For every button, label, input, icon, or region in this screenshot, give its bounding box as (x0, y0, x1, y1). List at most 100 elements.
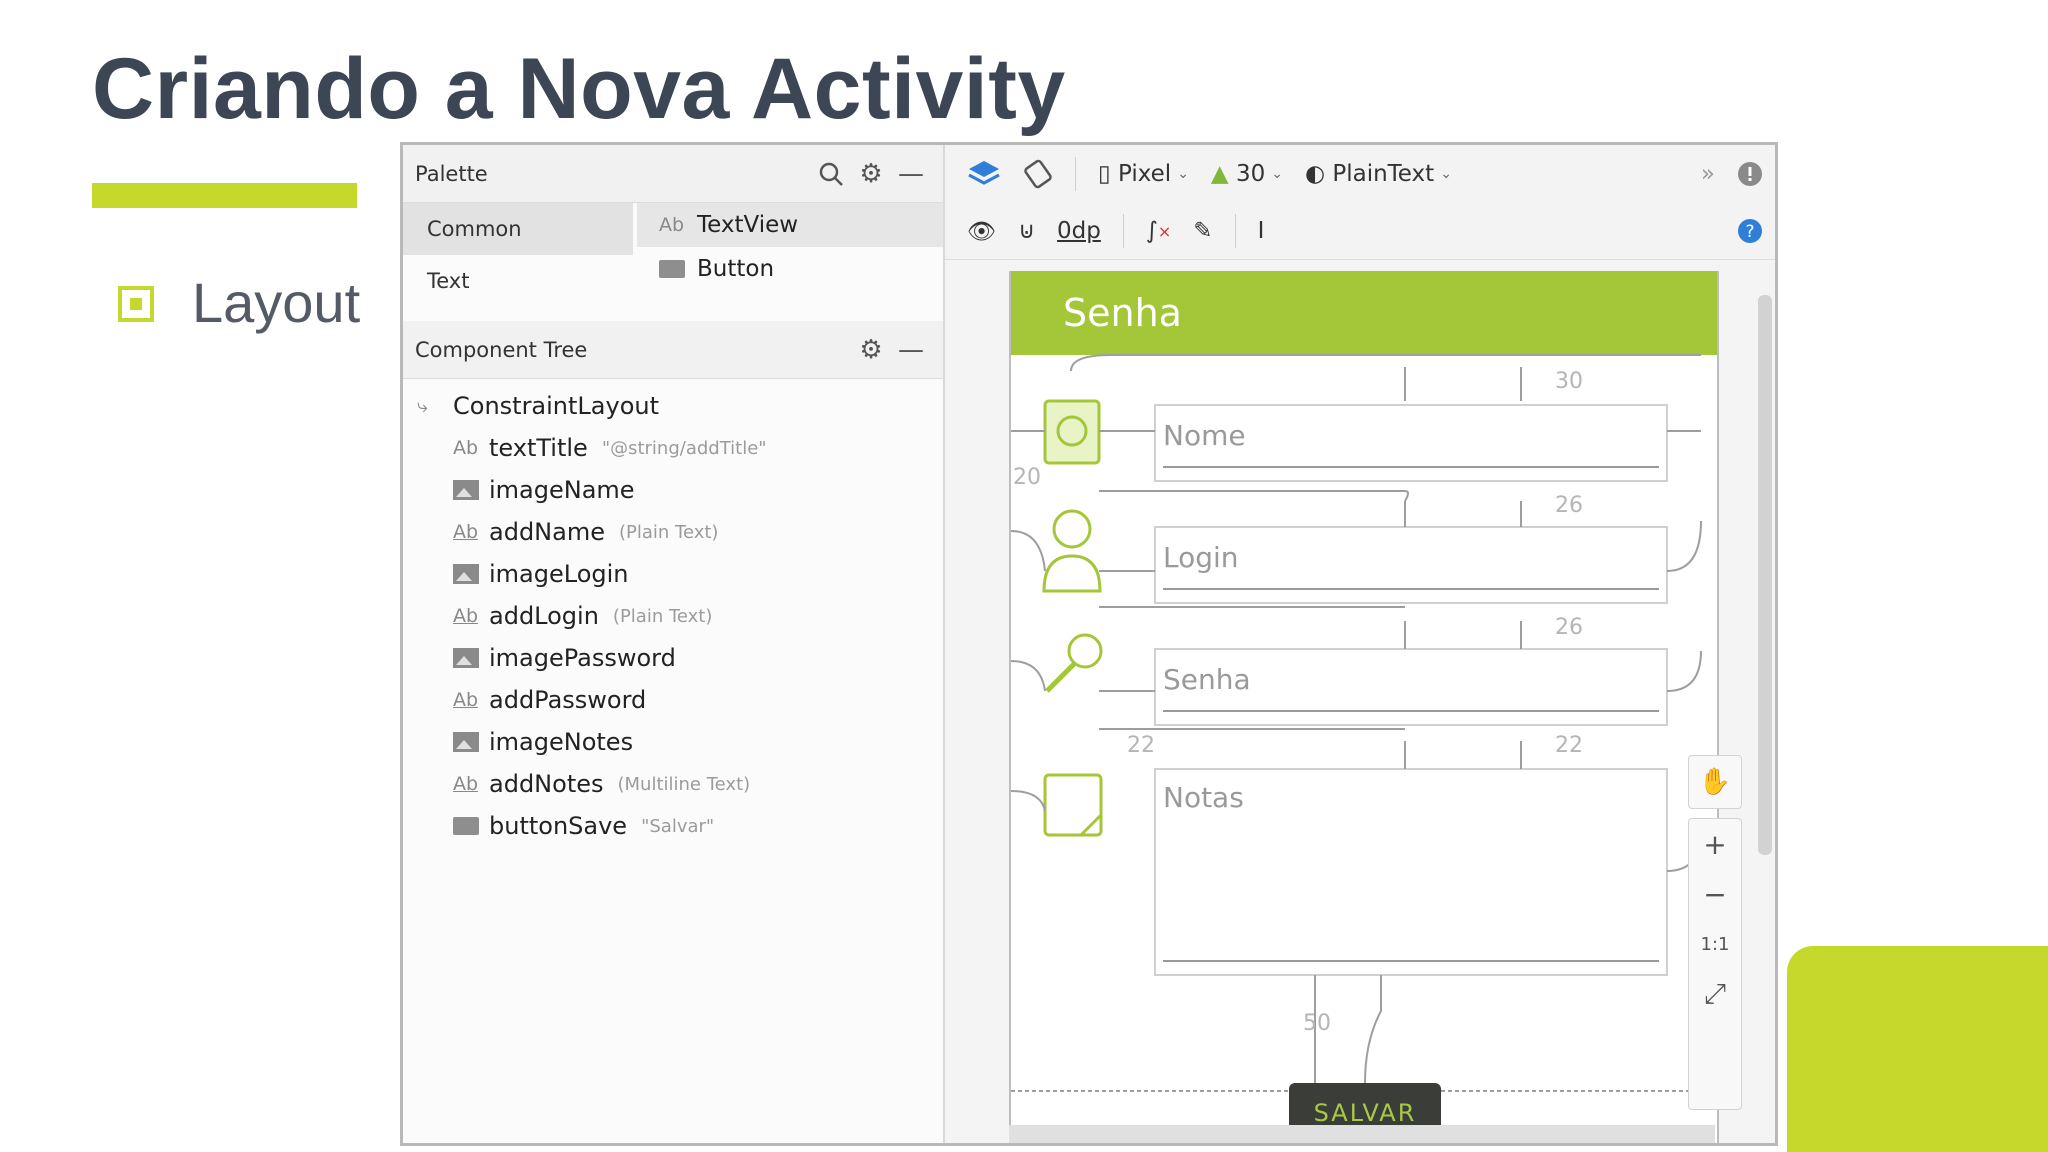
edittext-icon: Ab (453, 605, 479, 627)
palette-item-button[interactable]: Button (637, 247, 943, 291)
nome-field-hint[interactable]: Nome (1163, 419, 1246, 452)
tree-node-label: buttonSave (489, 812, 628, 840)
tree-node-attr: "@string/addTitle" (601, 437, 767, 459)
phone-preview: Senha Nome Login Senha Notas 30 20 26 26… (1009, 271, 1719, 1143)
tree-node-label: addName (489, 518, 605, 546)
tree-node-label: textTitle (489, 434, 588, 462)
palette-header: Palette ⚙ — (403, 145, 943, 203)
notas-field-hint[interactable]: Notas (1163, 781, 1244, 814)
component-tree: ⤷ ConstraintLayout Ab textTitle "@string/a… (403, 385, 903, 847)
layers-icon[interactable] (967, 159, 1001, 189)
help-icon[interactable]: ? (1737, 218, 1763, 244)
palette-item-textview[interactable]: Ab TextView (637, 203, 943, 247)
tree-node-label: addLogin (489, 602, 599, 630)
editor-toolbar-bottom: 👁 ⊍ 0dp ∫ × ✎ Ⅰ ? (945, 203, 1775, 260)
margin-label: 26 (1555, 615, 1583, 640)
palette-item-label: TextView (697, 212, 799, 238)
palette-title: Palette (415, 161, 488, 186)
guidelines-icon[interactable]: Ⅰ (1258, 218, 1265, 244)
warning-icon[interactable] (1737, 161, 1763, 187)
left-panel: Palette ⚙ — Common Text Ab TextView Butt… (403, 145, 945, 1143)
component-tree-header: Component Tree ⚙ — (403, 321, 943, 379)
tree-node-attr: (Plain Text) (618, 521, 719, 543)
zoom-out-icon[interactable]: − (1689, 869, 1741, 919)
palette-item-label: Button (697, 256, 775, 282)
palette-items: Ab TextView Button (637, 203, 943, 315)
eye-icon[interactable]: 👁 (967, 218, 996, 245)
theme-icon: ◐ (1304, 161, 1326, 187)
tree-node-label: imageNotes (489, 728, 634, 756)
zoom-to-fit-icon[interactable]: ⤢ (1689, 969, 1741, 1019)
tree-node-label: imageLogin (489, 560, 629, 588)
image-icon (453, 480, 481, 500)
palette-categories: Common Text (403, 203, 633, 315)
tree-node[interactable]: Ab addLogin (Plain Text) (403, 595, 903, 637)
tree-root[interactable]: ⤷ ConstraintLayout (403, 385, 903, 427)
margin-label: 30 (1555, 369, 1583, 394)
button-icon (453, 817, 481, 835)
margin-label: 20 (1013, 465, 1041, 490)
chevron-down-icon: ⌄ (1271, 166, 1283, 182)
tree-node[interactable]: imageNotes (403, 721, 903, 763)
android-studio-screenshot: Palette ⚙ — Common Text Ab TextView Butt… (400, 142, 1778, 1146)
design-editor: ▯ Pixel ⌄ ▲ 30 ⌄ ◐ PlainText ⌄ » 👁 ⊍ 0dp ∫ ×… (945, 145, 1775, 1143)
overflow-icon[interactable]: » (1701, 161, 1715, 187)
image-icon (453, 732, 481, 752)
tree-node[interactable]: Ab addPassword (403, 679, 903, 721)
zoom-controls: + − 1:1 ⤢ (1688, 818, 1742, 1110)
phone-icon: ▯ (1098, 161, 1111, 187)
tree-node-label: imageName (489, 476, 635, 504)
constraint-layout-icon: ⤷ (417, 395, 428, 417)
tree-node-label: imagePassword (489, 644, 676, 672)
tree-node-attr: (Multiline Text) (617, 773, 751, 795)
tree-node-label: addPassword (489, 686, 647, 714)
default-margin-selector[interactable]: 0dp (1057, 218, 1101, 244)
tree-node[interactable]: imageName (403, 469, 903, 511)
search-icon[interactable] (811, 161, 851, 187)
device-selector[interactable]: ▯ Pixel ⌄ (1098, 161, 1189, 187)
margin-label: 22 (1555, 733, 1583, 758)
palette-category-text[interactable]: Text (403, 255, 633, 307)
image-icon (453, 648, 481, 668)
clear-constraints-icon[interactable]: ∫ × (1146, 218, 1171, 244)
api-selector[interactable]: ▲ 30 ⌄ (1211, 161, 1283, 187)
vertical-scrollbar[interactable] (1758, 295, 1772, 855)
zoom-actual-size-button[interactable]: 1:1 (1689, 919, 1741, 969)
tree-node[interactable]: Ab addNotes (Multiline Text) (403, 763, 903, 805)
senha-field-hint[interactable]: Senha (1163, 663, 1251, 696)
chevron-down-icon: ⌄ (1440, 166, 1452, 182)
device-label: Pixel (1117, 161, 1172, 187)
gear-icon[interactable]: ⚙ (851, 159, 891, 189)
edittext-icon: Ab (453, 773, 479, 795)
tree-node-label: ConstraintLayout (453, 392, 660, 420)
api-label: 30 (1235, 161, 1266, 187)
text-icon: Ab (659, 214, 685, 236)
tree-node-label: addNotes (489, 770, 604, 798)
edittext-icon: Ab (453, 689, 479, 711)
minimize-icon[interactable]: — (891, 159, 931, 189)
tree-node-attr: "Salvar" (641, 815, 715, 837)
constraint-overlay (1011, 354, 1717, 1092)
text-icon: Ab (453, 437, 479, 459)
component-tree-title: Component Tree (415, 337, 588, 362)
tree-node[interactable]: buttonSave "Salvar" (403, 805, 903, 847)
palette-category-common[interactable]: Common (403, 203, 633, 255)
magic-wand-icon[interactable]: ✎ (1193, 218, 1212, 244)
gear-icon[interactable]: ⚙ (851, 335, 891, 365)
corner-decoration (1787, 946, 2048, 1152)
horizontal-scrollbar[interactable] (1009, 1125, 1715, 1143)
title-underline (92, 183, 357, 208)
orientation-icon[interactable] (1023, 159, 1053, 189)
tree-node[interactable]: imageLogin (403, 553, 903, 595)
tree-node[interactable]: Ab textTitle "@string/addTitle" (403, 427, 903, 469)
minimize-icon[interactable]: — (891, 335, 931, 365)
login-field-hint[interactable]: Login (1163, 541, 1239, 574)
magnet-icon[interactable]: ⊍ (1018, 218, 1035, 244)
pan-hand-icon[interactable]: ✋ (1688, 755, 1742, 809)
margin-label: 50 (1303, 1011, 1331, 1036)
edittext-icon: Ab (453, 521, 479, 543)
zoom-in-icon[interactable]: + (1689, 819, 1741, 869)
tree-node[interactable]: imagePassword (403, 637, 903, 679)
theme-selector[interactable]: ◐ PlainText ⌄ (1305, 161, 1452, 187)
tree-node[interactable]: Ab addName (Plain Text) (403, 511, 903, 553)
